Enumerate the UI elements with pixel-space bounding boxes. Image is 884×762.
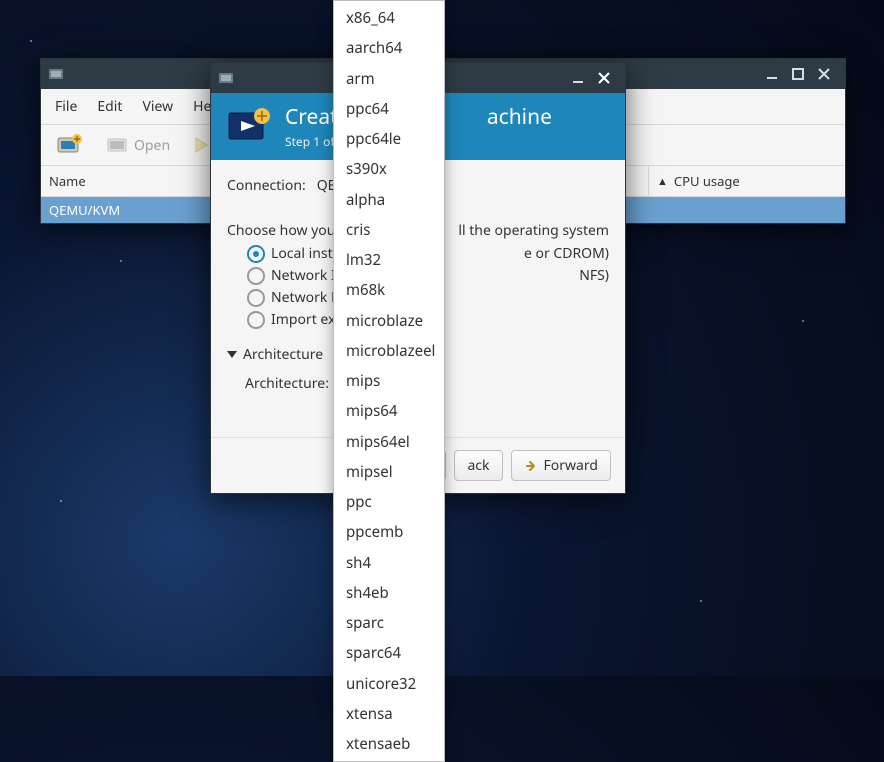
bg-star <box>30 40 32 42</box>
chevron-down-icon <box>227 351 237 358</box>
radio-tail: e or CDROM) <box>524 244 609 263</box>
arch-option-s390x[interactable]: s390x <box>334 154 444 184</box>
app-icon <box>219 71 235 85</box>
back-label: ack <box>467 456 489 475</box>
open-label: Open <box>134 136 170 155</box>
back-button[interactable]: ack <box>454 450 502 481</box>
dialog-title-tail: achine <box>487 103 552 131</box>
arch-option-sparc[interactable]: sparc <box>334 608 444 638</box>
column-cpu-label: CPU usage <box>674 172 740 190</box>
arch-option-m68k[interactable]: m68k <box>334 275 444 305</box>
app-icon <box>49 67 65 81</box>
forward-label: Forward <box>544 456 599 475</box>
choose-label-tail: ll the operating system <box>458 221 609 240</box>
dialog-minimize-button[interactable] <box>565 67 591 89</box>
radio-tail: NFS) <box>579 266 609 285</box>
open-button[interactable]: Open <box>97 130 179 160</box>
sort-indicator-icon: ▲ <box>657 174 668 189</box>
maximize-button[interactable] <box>785 63 811 85</box>
arch-option-mips64[interactable]: mips64 <box>334 396 444 426</box>
expander-label: Architecture <box>243 345 323 364</box>
architecture-dropdown[interactable]: x86_64aarch64armppc64ppc64les390xalphacr… <box>333 0 445 762</box>
arch-option-aarch64[interactable]: aarch64 <box>334 33 444 63</box>
bg-star <box>60 500 62 502</box>
menu-edit[interactable]: Edit <box>87 93 132 120</box>
arch-option-mips64el[interactable]: mips64el <box>334 427 444 457</box>
radio-icon <box>247 267 265 285</box>
arch-option-arm[interactable]: arm <box>334 64 444 94</box>
arch-option-ppc64[interactable]: ppc64 <box>334 94 444 124</box>
radio-icon <box>247 245 265 263</box>
new-vm-header-icon <box>225 107 271 147</box>
arch-option-sh4[interactable]: sh4 <box>334 548 444 578</box>
arch-option-x86_64[interactable]: x86_64 <box>334 3 444 33</box>
radio-label: Network I <box>271 266 336 285</box>
forward-button[interactable]: Forward <box>511 450 612 481</box>
new-vm-button[interactable] <box>47 129 93 161</box>
radio-icon <box>247 311 265 329</box>
forward-icon <box>524 459 538 473</box>
arch-option-ppc[interactable]: ppc <box>334 487 444 517</box>
arch-option-alpha[interactable]: alpha <box>334 185 444 215</box>
column-cpu-usage[interactable]: ▲ CPU usage <box>648 166 845 196</box>
close-button[interactable] <box>811 63 837 85</box>
arch-option-sh4eb[interactable]: sh4eb <box>334 578 444 608</box>
arch-option-lm32[interactable]: lm32 <box>334 245 444 275</box>
arch-option-mips[interactable]: mips <box>334 366 444 396</box>
radio-label: Network B <box>271 288 340 307</box>
dialog-close-button[interactable] <box>591 67 617 89</box>
menu-file[interactable]: File <box>45 93 87 120</box>
arch-option-ppc64le[interactable]: ppc64le <box>334 124 444 154</box>
radio-icon <box>247 289 265 307</box>
arch-option-cris[interactable]: cris <box>334 215 444 245</box>
arch-option-xtensaeb[interactable]: xtensaeb <box>334 729 444 759</box>
radio-label: Local insta <box>271 244 341 263</box>
bg-star <box>802 320 804 322</box>
arch-option-sparc64[interactable]: sparc64 <box>334 638 444 668</box>
arch-option-microblazeel[interactable]: microblazeel <box>334 336 444 366</box>
arch-option-mipsel[interactable]: mipsel <box>334 457 444 487</box>
architecture-label: Architecture: <box>245 374 329 393</box>
connection-label: Connection: <box>227 176 306 195</box>
arch-option-microblaze[interactable]: microblaze <box>334 306 444 336</box>
arch-option-ppcemb[interactable]: ppcemb <box>334 517 444 547</box>
bg-star <box>120 260 122 262</box>
arch-option-unicore32[interactable]: unicore32 <box>334 669 444 699</box>
bg-star <box>700 600 702 602</box>
choose-label-head: Choose how you <box>227 221 335 240</box>
menu-view[interactable]: View <box>132 93 183 120</box>
minimize-button[interactable] <box>759 63 785 85</box>
arch-option-xtensa[interactable]: xtensa <box>334 699 444 729</box>
